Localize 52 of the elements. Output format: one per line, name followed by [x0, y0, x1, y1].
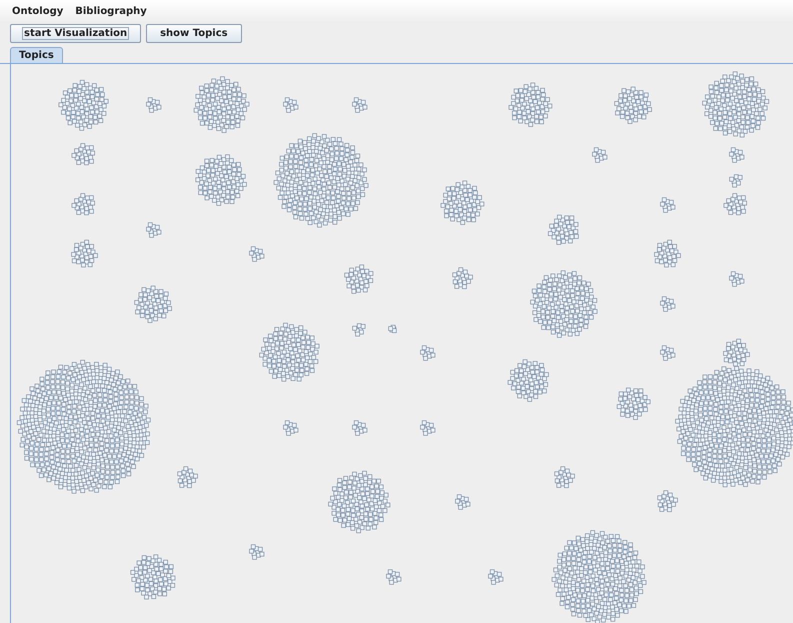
node-cluster-drawing [554, 466, 575, 488]
node-cluster-drawing [352, 323, 366, 336]
node-cluster-drawing [660, 345, 676, 361]
node-cluster-drawing [177, 466, 198, 488]
node-cluster-drawing [614, 86, 652, 124]
node-cluster-drawing [660, 296, 676, 312]
node-cluster-drawing [420, 345, 436, 361]
node-cluster-drawing [130, 554, 176, 600]
node-cluster-drawing [488, 569, 504, 585]
menu-item[interactable]: Bibliography [69, 6, 153, 16]
node-cluster-drawing [344, 264, 374, 294]
node-cluster-drawing [657, 490, 678, 512]
node-cluster-drawing [328, 470, 390, 534]
node-cluster-drawing [249, 246, 264, 262]
node-cluster-drawing [283, 97, 298, 113]
node-cluster-drawing [729, 271, 744, 287]
node-cluster-drawing [508, 82, 552, 127]
node-cluster-drawing [455, 494, 470, 510]
node-cluster-drawing [283, 420, 298, 436]
node-cluster-drawing [440, 180, 484, 225]
node-cluster-drawing [616, 388, 650, 420]
node-cluster-drawing [702, 71, 770, 138]
node-cluster-drawing [134, 286, 172, 323]
node-cluster-drawing [420, 420, 436, 436]
node-cluster-drawing [729, 174, 742, 188]
node-cluster-drawing [352, 420, 368, 436]
node-cluster-drawing [508, 359, 549, 402]
node-cluster-drawing [58, 80, 108, 131]
toolbar-button[interactable]: show Topics [146, 24, 242, 43]
node-cluster-drawing [195, 154, 247, 206]
node-cluster-drawing [386, 569, 402, 585]
node-cluster-drawing [654, 240, 681, 268]
node-cluster-drawing [548, 214, 579, 245]
node-cluster-drawing [71, 240, 98, 268]
node-cluster-drawing [729, 147, 744, 163]
node-cluster-drawing [72, 193, 95, 216]
node-cluster-drawing [72, 143, 95, 166]
node-cluster-drawing [530, 270, 598, 338]
node-cluster-drawing [249, 544, 264, 560]
node-cluster-drawing [352, 97, 368, 113]
node-cluster-drawing [724, 193, 747, 216]
tab[interactable]: Topics [10, 47, 63, 63]
node-cluster-drawing [259, 322, 320, 382]
toolbar-button[interactable]: start Visualization [10, 24, 142, 43]
node-cluster-drawing [146, 222, 162, 238]
menu-item[interactable]: Ontology [6, 6, 70, 16]
node-cluster-drawing [660, 197, 676, 213]
node-cluster-drawing [388, 324, 397, 334]
node-cluster-drawing [592, 147, 608, 163]
node-cluster-drawing [146, 97, 162, 113]
node-cluster-drawing [194, 76, 250, 133]
node-cluster-drawing [452, 267, 473, 290]
